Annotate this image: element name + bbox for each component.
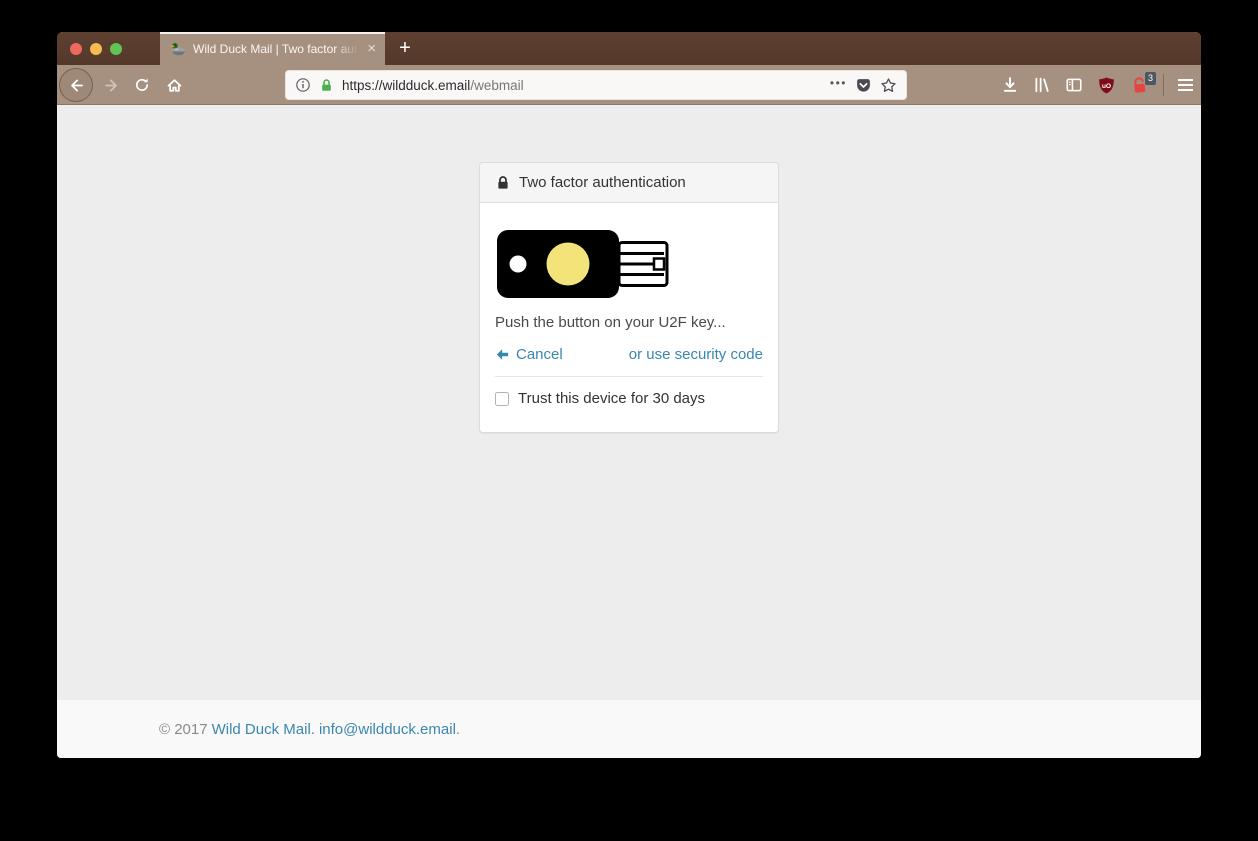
trust-device-label[interactable]: Trust this device for 30 days bbox=[518, 390, 705, 407]
menu-button[interactable] bbox=[1178, 79, 1193, 91]
reload-icon bbox=[134, 77, 150, 93]
security-code-link[interactable]: or use security code bbox=[629, 346, 763, 363]
reload-button[interactable] bbox=[128, 65, 156, 105]
duck-favicon-icon bbox=[170, 41, 186, 57]
ublock-origin-button[interactable]: uO bbox=[1097, 76, 1116, 95]
pocket-icon[interactable] bbox=[855, 77, 872, 94]
trust-device-checkbox[interactable] bbox=[495, 392, 509, 406]
library-button[interactable] bbox=[1033, 76, 1051, 94]
ublock-origin-shield-icon: uO bbox=[1097, 76, 1116, 95]
tab-bar: Wild Duck Mail | Two factor authenticati… bbox=[57, 32, 1201, 65]
url-host: https://wildduck.email bbox=[342, 78, 470, 93]
hamburger-icon bbox=[1178, 79, 1193, 81]
cancel-link[interactable]: Cancel bbox=[495, 346, 563, 363]
card-body: Push the button on your U2F key... Cance… bbox=[480, 203, 778, 432]
ublock-origin-glyph: uO bbox=[1102, 82, 1111, 89]
close-window-button[interactable] bbox=[70, 43, 82, 55]
forward-arrow-icon bbox=[103, 77, 120, 94]
tab-title: Wild Duck Mail | Two factor authenticati… bbox=[193, 42, 358, 56]
browser-window: Wild Duck Mail | Two factor authenticati… bbox=[57, 32, 1201, 758]
u2f-key-illustration bbox=[496, 229, 672, 299]
secure-lock-icon[interactable] bbox=[319, 78, 334, 93]
new-tab-button[interactable]: + bbox=[391, 32, 419, 65]
tab-wild-duck-mail[interactable]: Wild Duck Mail | Two factor authenticati… bbox=[160, 32, 385, 65]
lock-extension-button[interactable]: 3 bbox=[1130, 76, 1149, 95]
navigation-toolbar: https://wildduck.email/webmail ••• bbox=[57, 65, 1201, 105]
extension-badge: 3 bbox=[1145, 72, 1156, 85]
toolbar-divider bbox=[1163, 74, 1164, 96]
page-actions-icon[interactable]: ••• bbox=[830, 76, 847, 94]
home-button[interactable] bbox=[160, 65, 188, 105]
instruction-text: Push the button on your U2F key... bbox=[495, 314, 763, 331]
minimize-window-button[interactable] bbox=[90, 43, 102, 55]
left-arrow-icon bbox=[495, 347, 510, 362]
webpage-content: Two factor authentication Push the butto… bbox=[57, 105, 1201, 700]
page-info-icon[interactable] bbox=[295, 77, 311, 93]
download-icon bbox=[1001, 76, 1019, 94]
zoom-window-button[interactable] bbox=[110, 43, 122, 55]
home-icon bbox=[166, 77, 183, 94]
sidebar-toggle-button[interactable] bbox=[1065, 76, 1083, 94]
tab-close-button[interactable]: × bbox=[365, 41, 378, 56]
toolbar-right-buttons: uO 3 bbox=[1001, 65, 1193, 105]
forward-button[interactable] bbox=[97, 65, 125, 105]
sidebar-icon bbox=[1065, 76, 1083, 94]
links-row: Cancel or use security code bbox=[495, 346, 763, 363]
cancel-label: Cancel bbox=[516, 346, 563, 363]
back-arrow-icon bbox=[68, 77, 85, 94]
footer-period: . bbox=[456, 721, 460, 738]
page-footer: © 2017Wild Duck Mail.info@wildduck.email… bbox=[57, 700, 1201, 758]
email-link[interactable]: info@wildduck.email bbox=[319, 721, 456, 738]
card-divider bbox=[495, 376, 763, 377]
traffic-lights bbox=[70, 43, 122, 55]
brand-link[interactable]: Wild Duck Mail. bbox=[212, 721, 315, 738]
card-header: Two factor authentication bbox=[480, 163, 778, 203]
card-title: Two factor authentication bbox=[519, 174, 686, 191]
two-factor-card: Two factor authentication Push the butto… bbox=[479, 162, 779, 433]
url-text: https://wildduck.email/webmail bbox=[342, 78, 822, 93]
library-icon bbox=[1033, 76, 1051, 94]
trust-device-row[interactable]: Trust this device for 30 days bbox=[495, 390, 763, 407]
downloads-button[interactable] bbox=[1001, 76, 1019, 94]
url-path: /webmail bbox=[470, 78, 523, 93]
bookmark-star-icon[interactable] bbox=[880, 77, 897, 94]
url-bar[interactable]: https://wildduck.email/webmail ••• bbox=[285, 70, 907, 100]
back-button[interactable] bbox=[59, 68, 93, 102]
lock-icon bbox=[495, 175, 511, 191]
copyright-text: © 2017 bbox=[159, 721, 208, 738]
footer-text: © 2017Wild Duck Mail.info@wildduck.email… bbox=[57, 700, 1201, 738]
